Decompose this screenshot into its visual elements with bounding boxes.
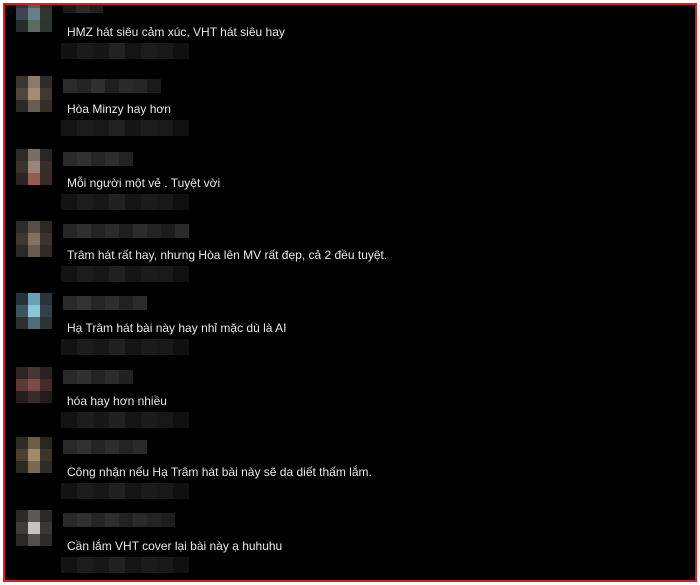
comment-text: Hạ Trâm hát bài này hay nhỉ mặc dù là AI bbox=[67, 321, 287, 335]
comment-meta-blurred bbox=[61, 339, 189, 355]
avatar[interactable] bbox=[16, 221, 52, 257]
comment-text: hóa hay hơn nhiều bbox=[67, 394, 167, 408]
comment-item: Mỗi người một vẻ . Tuyệt vời bbox=[5, 149, 695, 221]
comment-item: Công nhận nếu Hạ Trâm hát bài này sẽ da … bbox=[5, 437, 695, 509]
username-blurred[interactable] bbox=[63, 296, 147, 310]
avatar[interactable] bbox=[16, 149, 52, 185]
comment-meta-blurred bbox=[61, 194, 189, 210]
comment-meta-blurred bbox=[61, 266, 189, 282]
comment-meta-blurred bbox=[61, 412, 189, 428]
comment-item: hóa hay hơn nhiều bbox=[5, 367, 695, 439]
comment-text: HMZ hát siêu cảm xúc, VHT hát siêu hay bbox=[67, 25, 285, 39]
comment-text: Cần lắm VHT cover lại bài này ạ huhuhu bbox=[67, 539, 283, 553]
username-blurred[interactable] bbox=[63, 152, 133, 166]
comment-meta-blurred bbox=[61, 483, 189, 499]
comment-item: Hòa Minzy hay hơn bbox=[5, 76, 695, 148]
comment-item: Cần lắm VHT cover lại bài này ạ huhuhu bbox=[5, 510, 695, 580]
avatar[interactable] bbox=[16, 5, 52, 32]
username-blurred[interactable] bbox=[63, 79, 161, 93]
avatar[interactable] bbox=[16, 367, 52, 403]
comment-item: Hạ Trâm hát bài này hay nhỉ mặc dù là AI bbox=[5, 293, 695, 365]
comment-text: Mỗi người một vẻ . Tuyệt vời bbox=[67, 176, 221, 190]
username-blurred[interactable] bbox=[63, 5, 103, 13]
comment-item: HMZ hát siêu cảm xúc, VHT hát siêu hay bbox=[5, 5, 695, 68]
comment-meta-blurred bbox=[61, 120, 189, 136]
username-blurred[interactable] bbox=[63, 224, 189, 238]
avatar[interactable] bbox=[16, 437, 52, 473]
avatar[interactable] bbox=[16, 293, 52, 329]
avatar[interactable] bbox=[16, 76, 52, 112]
comment-text: Hòa Minzy hay hơn bbox=[67, 102, 171, 116]
username-blurred[interactable] bbox=[63, 440, 147, 454]
avatar[interactable] bbox=[16, 510, 52, 546]
comment-text: Công nhận nếu Hạ Trâm hát bài này sẽ da … bbox=[67, 465, 372, 479]
comment-item: Trâm hát rất hay, nhưng Hòa lên MV rất đ… bbox=[5, 221, 695, 293]
comment-meta-blurred bbox=[61, 557, 189, 573]
comment-meta-blurred bbox=[61, 43, 189, 59]
username-blurred[interactable] bbox=[63, 370, 133, 384]
comment-text: Trâm hát rất hay, nhưng Hòa lên MV rất đ… bbox=[67, 248, 388, 262]
username-blurred[interactable] bbox=[63, 513, 175, 527]
comment-screenshot-frame: HMZ hát siêu cảm xúc, VHT hát siêu hay H… bbox=[3, 3, 697, 582]
